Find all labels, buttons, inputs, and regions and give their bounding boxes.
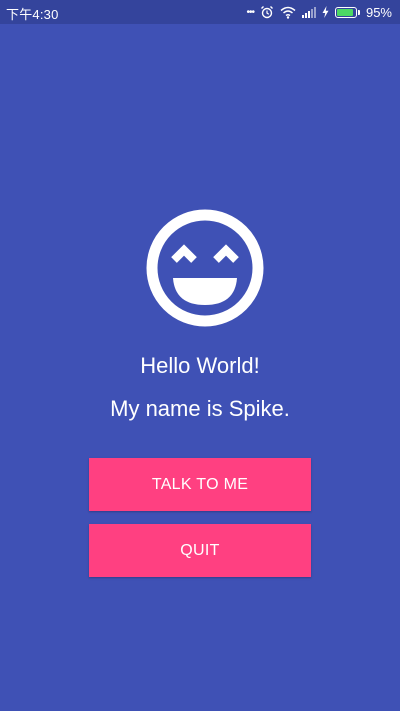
main-content: Hello World! My name is Spike. TALK TO M… bbox=[0, 0, 400, 711]
talk-to-me-button[interactable]: TALK TO ME bbox=[89, 458, 311, 511]
name-text: My name is Spike. bbox=[110, 396, 290, 421]
greeting-text: Hello World! bbox=[140, 353, 260, 378]
quit-button[interactable]: QUIT bbox=[89, 524, 311, 577]
smiley-face-icon bbox=[146, 209, 264, 327]
